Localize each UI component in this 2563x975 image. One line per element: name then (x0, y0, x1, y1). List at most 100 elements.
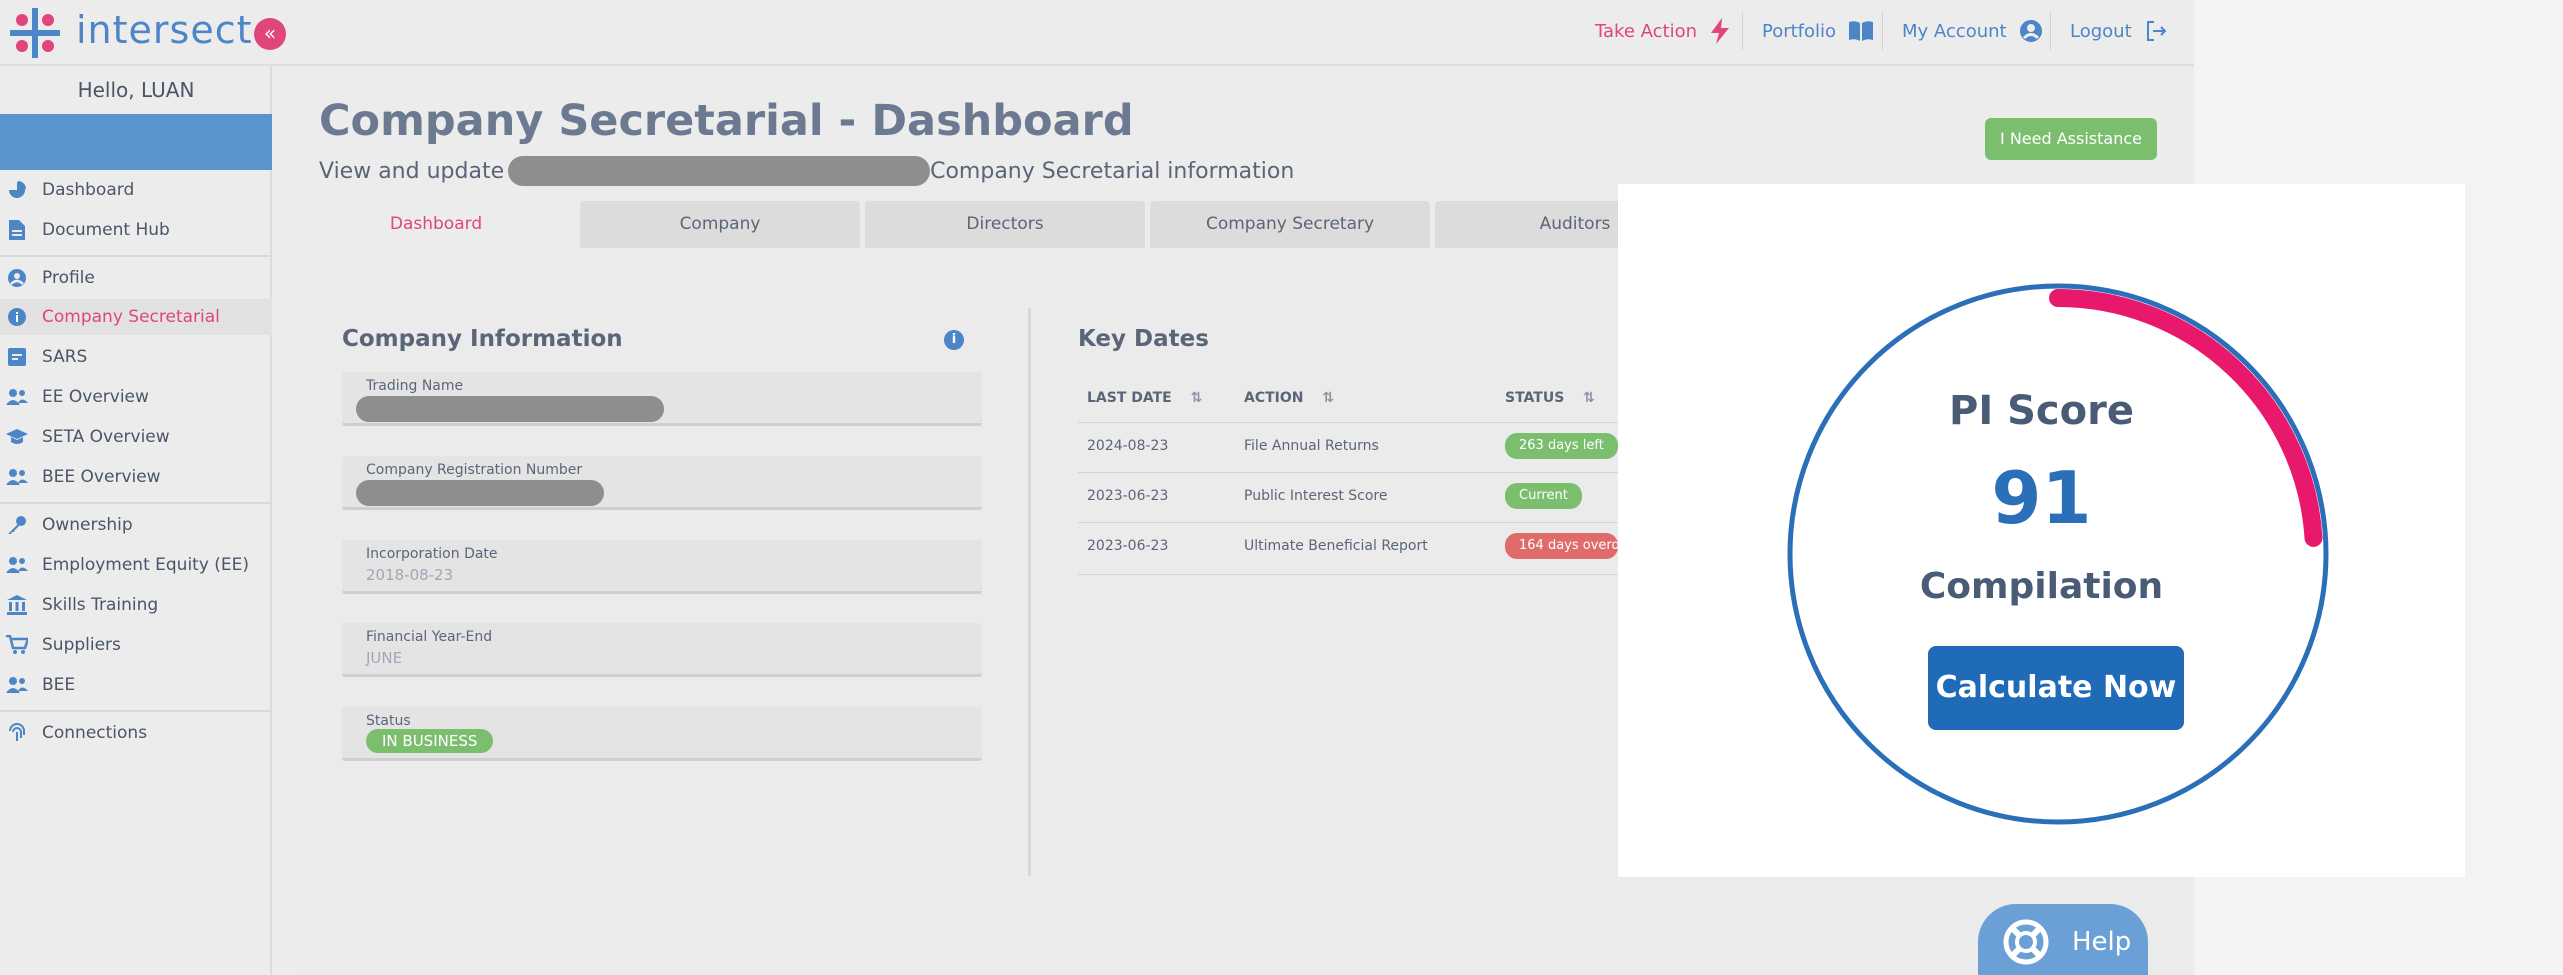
sidebar-item-ee-overview[interactable]: EE Overview (0, 379, 272, 415)
greeting-banner (0, 114, 272, 170)
help-button[interactable]: Help (1978, 904, 2148, 975)
top-bar: intersect « Take Action Portfolio My Acc… (0, 0, 2194, 66)
field-label: Company Registration Number (366, 462, 583, 478)
sidebar-item-label: Connections (42, 723, 148, 743)
users-icon (6, 386, 28, 408)
logout-link[interactable]: Logout (2070, 16, 2168, 46)
row-divider (1078, 574, 1618, 575)
sidebar-item-company-secretarial[interactable]: Company Secretarial (0, 299, 272, 335)
sort-icon: ⇅ (1190, 390, 1203, 406)
sidebar-item-label: SETA Overview (42, 427, 170, 447)
column-header-label: ACTION (1244, 390, 1304, 406)
sidebar-item-bee-overview[interactable]: BEE Overview (0, 459, 272, 495)
redacted-value (356, 396, 664, 422)
section-divider (1028, 308, 1031, 876)
subtitle-suffix: Company Secretarial information (930, 158, 1295, 184)
sidebar-item-document-hub[interactable]: Document Hub (0, 212, 272, 248)
top-separator (1742, 12, 1743, 50)
pi-score-label: PI Score (1949, 388, 2134, 434)
sidebar-item-ownership[interactable]: Ownership (0, 507, 272, 543)
status-badge: Current (1505, 483, 1582, 509)
portfolio-link[interactable]: Portfolio (1762, 16, 1874, 46)
calculate-now-button[interactable]: Calculate Now (1928, 646, 2184, 730)
logout-icon (2146, 21, 2167, 41)
page-subtitle: View and update Company Secretarial info… (319, 156, 1294, 186)
column-header-status[interactable]: STATUS ⇅ (1505, 390, 1595, 406)
pi-score-card: PI Score 91 Compilation Calculate Now (1618, 184, 2465, 877)
table-cell-date: 2023-06-23 (1087, 538, 1169, 554)
intersect-logo-icon (10, 8, 60, 58)
field-incorporation-date: Incorporation Date 2018-08-23 (342, 540, 982, 594)
take-action-label: Take Action (1595, 20, 1697, 42)
gauge-track (1787, 283, 2329, 825)
status-badge: IN BUSINESS (366, 729, 494, 753)
user-circle-icon (2019, 20, 2042, 42)
tab-dashboard[interactable]: Dashboard (296, 201, 576, 248)
document-icon (6, 219, 28, 241)
users-icon (6, 554, 28, 576)
users-icon (6, 466, 28, 488)
table-cell-date: 2023-06-23 (1087, 488, 1169, 504)
help-label: Help (2072, 927, 2132, 957)
sidebar-item-label: BEE Overview (42, 467, 161, 487)
row-divider (1078, 522, 1618, 523)
sidebar-item-label: Employment Equity (EE) (42, 555, 250, 575)
cart-icon (6, 634, 28, 656)
tab-company-secretary[interactable]: Company Secretary (1150, 201, 1430, 248)
redacted-value (356, 480, 604, 506)
need-assistance-button[interactable]: I Need Assistance (1985, 118, 2157, 160)
sidebar-item-label: Profile (42, 268, 95, 288)
sidebar-item-label: Ownership (42, 515, 133, 535)
sidebar-item-suppliers[interactable]: Suppliers (0, 627, 272, 663)
sars-icon (6, 346, 28, 368)
table-cell-date: 2024-08-23 (1087, 438, 1169, 454)
tab-company[interactable]: Company (580, 201, 860, 248)
sidebar-item-label: Suppliers (42, 635, 121, 655)
sidebar-item-connections[interactable]: Connections (0, 715, 272, 751)
tab-directors[interactable]: Directors (865, 201, 1145, 248)
field-label: Incorporation Date (366, 546, 498, 562)
book-icon (1849, 21, 1874, 41)
field-label: Status (366, 713, 411, 729)
my-account-link[interactable]: My Account (1902, 16, 2043, 46)
subtitle-prefix: View and update (319, 158, 505, 184)
field-registration-number: Company Registration Number (342, 456, 982, 510)
sidebar-item-employment-equity[interactable]: Employment Equity (EE) (0, 547, 272, 583)
status-badge: 164 days overdue (1505, 533, 1618, 559)
field-financial-year-end: Financial Year-End JUNE (342, 623, 982, 677)
sidebar-divider (0, 502, 272, 504)
take-action-link[interactable]: Take Action (1595, 16, 1731, 46)
logout-label: Logout (2070, 20, 2132, 42)
sidebar-item-bee[interactable]: BEE (0, 667, 272, 703)
page-title: Company Secretarial - Dashboard (319, 96, 1134, 146)
my-account-label: My Account (1902, 20, 2007, 42)
column-header-action[interactable]: ACTION ⇅ (1244, 390, 1334, 406)
redacted-company-name (508, 156, 931, 186)
pi-score-subtitle: Compilation (1919, 566, 2164, 607)
column-header-last-date[interactable]: LAST DATE ⇅ (1087, 390, 1202, 406)
sidebar-item-seta-overview[interactable]: SETA Overview (0, 419, 272, 455)
sort-icon: ⇅ (1322, 390, 1335, 406)
sidebar-item-dashboard[interactable]: Dashboard (0, 172, 272, 208)
field-status: Status IN BUSINESS (342, 707, 982, 761)
sidebar-item-sars[interactable]: SARS (0, 339, 272, 375)
sidebar-item-label: Dashboard (42, 180, 135, 200)
sort-icon: ⇅ (1583, 390, 1595, 406)
table-cell-action: File Annual Returns (1244, 438, 1379, 454)
collapse-sidebar-button[interactable]: « (254, 18, 286, 50)
info-icon[interactable]: i (944, 330, 964, 350)
brand-name: intersect (76, 8, 253, 52)
sidebar-item-skills-training[interactable]: Skills Training (0, 587, 272, 623)
users-icon (6, 674, 28, 696)
sidebar-item-label: EE Overview (42, 387, 149, 407)
sidebar: Hello, LUAN Dashboard Document Hub Profi… (0, 66, 272, 975)
sidebar-item-profile[interactable]: Profile (0, 260, 272, 296)
pi-score-value: 91 (1991, 456, 2092, 540)
lightning-icon (1711, 18, 1729, 44)
info-circle-icon (6, 306, 28, 328)
top-separator (1882, 12, 1883, 50)
company-information-title: Company Information (342, 326, 623, 352)
status-badge: 263 days left (1505, 433, 1618, 459)
building-icon (6, 594, 28, 616)
user-circle-icon (6, 267, 28, 289)
